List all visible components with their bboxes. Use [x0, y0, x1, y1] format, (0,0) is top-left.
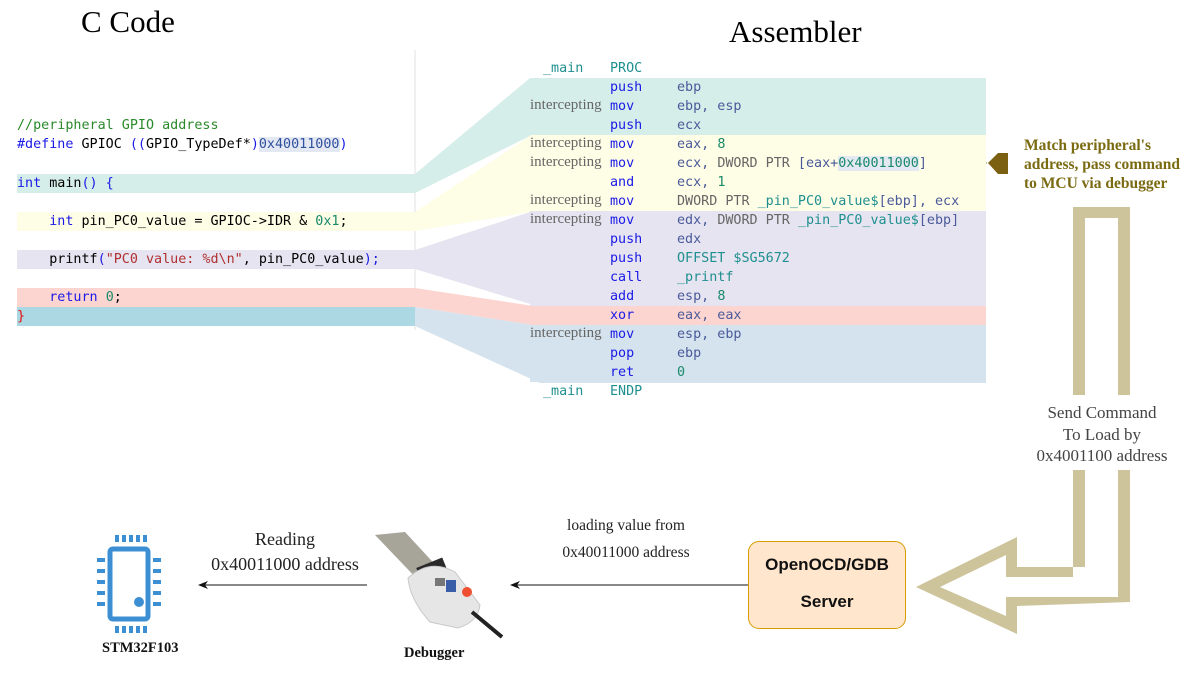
asm-line: pop ebp — [530, 344, 986, 363]
asm-operands: OFFSET $SG5672 — [677, 251, 790, 266]
code-line-printf: printf("PC0 value: %d\n", pin_PC0_value)… — [17, 250, 415, 269]
asm-line: intercepting mov eax, 8 — [530, 135, 986, 154]
asm-line: xor eax, eax — [530, 306, 986, 325]
asm-line: add esp, 8 — [530, 287, 986, 306]
debugger-icon — [375, 532, 504, 639]
asm-line: call _printf — [530, 268, 986, 287]
asm-opcode: mov — [610, 327, 635, 342]
asm-opcode: push — [610, 118, 643, 133]
c-code-title: C Code — [81, 4, 175, 39]
flow-arrow-top — [1073, 207, 1130, 395]
asm-opcode: push — [610, 232, 643, 247]
match-annotation: Match peripheral's address, pass command… — [1024, 137, 1181, 192]
intercepting-label: intercepting — [530, 211, 602, 227]
code-line-read: int pin_PC0_value = GPIOC->IDR & 0x1; — [17, 212, 415, 231]
code-line-return: return 0; — [17, 288, 415, 307]
gpio-address: 0x40011000 — [258, 137, 340, 152]
asm-endp-line: _main ENDP — [543, 384, 643, 399]
intercepting-label: intercepting — [530, 325, 602, 341]
asm-line-highlight — [530, 230, 986, 249]
asm-operands: ebp — [677, 346, 702, 361]
asm-opcode: mov — [610, 137, 635, 152]
asm-line-highlight — [530, 363, 986, 382]
asm-line-highlight — [530, 287, 986, 306]
asm-opcode: xor — [610, 308, 635, 323]
asm-operands: ebp, esp — [677, 99, 742, 114]
asm-operands: eax, 8 — [677, 137, 726, 152]
asm-line: intercepting mov edx, DWORD PTR _pin_PC0_v… — [530, 211, 986, 230]
debugger-label: Debugger — [404, 645, 465, 661]
asm-opcode: mov — [610, 213, 635, 228]
code-line-comment: //peripheral GPIO address — [17, 118, 219, 133]
asm-operands: ecx — [677, 118, 702, 133]
asm-line-highlight — [530, 306, 986, 325]
intercepting-label: intercepting — [530, 135, 602, 151]
asm-operands: edx — [677, 232, 702, 247]
asm-opcode: push — [610, 251, 643, 266]
reading-label: Reading 0x40011000 address — [211, 529, 359, 574]
asm-line: and ecx, 1 — [530, 173, 986, 192]
assembler-title: Assembler — [729, 14, 862, 49]
asm-opcode: mov — [610, 99, 635, 114]
asm-opcode: add — [610, 289, 635, 304]
pointer-arrow-icon — [988, 153, 1008, 174]
asm-operands: esp, ebp — [677, 327, 742, 342]
asm-operands: _printf — [677, 270, 734, 285]
mcu-label: STM32F103 — [102, 640, 179, 656]
asm-line: push ecx — [530, 116, 986, 135]
asm-line-highlight — [530, 78, 986, 97]
send-command-caption: Send Command To Load by 0x4001100 addres… — [1036, 403, 1168, 465]
asm-line: intercepting mov esp, ebp — [530, 325, 986, 344]
asm-line-highlight — [530, 344, 986, 363]
code-line-main: int main() { — [17, 174, 415, 193]
asm-line: push ebp — [530, 78, 986, 97]
asm-operands: ecx, 1 — [677, 175, 726, 190]
loading-label: loading value from 0x40011000 address — [562, 517, 690, 561]
asm-line: intercepting mov DWORD PTR _pin_PC0_value$… — [530, 192, 986, 211]
asm-operands: esp, 8 — [677, 289, 726, 304]
asm-proc-line: _main PROC — [543, 61, 643, 76]
asm-line-highlight — [530, 173, 986, 192]
asm-line: intercepting mov ecx, DWORD PTR [eax+0x400… — [530, 154, 986, 173]
asm-operands: ecx, DWORD PTR [eax+0x40011000] — [677, 156, 927, 171]
asm-opcode: push — [610, 80, 643, 95]
asm-operands: edx, DWORD PTR _pin_PC0_value$[ebp] — [677, 213, 960, 228]
intercepting-label: intercepting — [530, 97, 602, 113]
intercepting-label: intercepting — [530, 154, 602, 170]
asm-opcode: call — [610, 270, 643, 285]
asm-operands: ebp — [677, 80, 702, 95]
openocd-gdb-server: OpenOCD/GDB Server — [748, 541, 906, 629]
asm-opcode: pop — [610, 346, 635, 361]
asm-operands: 0 — [677, 365, 686, 380]
code-line-brace: } — [17, 307, 415, 326]
mcu-chip-icon — [97, 535, 161, 633]
asm-line: ret 0 — [530, 363, 986, 382]
asm-line: intercepting mov ebp, esp — [530, 97, 986, 116]
asm-line: push edx — [530, 230, 986, 249]
asm-opcode: and — [610, 175, 635, 190]
asm-operands: DWORD PTR _pin_PC0_value$[ebp], ecx — [677, 194, 960, 209]
asm-operands: eax, eax — [677, 308, 742, 323]
intercepting-label: intercepting — [530, 192, 602, 208]
flow-arrow-bottom — [916, 470, 1130, 634]
code-line-define: #define GPIOC ((GPIO_TypeDef*)0x40011000… — [17, 137, 348, 152]
asm-opcode: ret — [610, 365, 635, 380]
asm-line-highlight — [530, 116, 986, 135]
asm-opcode: mov — [610, 194, 635, 209]
asm-opcode: mov — [610, 156, 635, 171]
asm-line-highlight — [530, 268, 986, 287]
asm-line: push OFFSET $SG5672 — [530, 249, 986, 268]
